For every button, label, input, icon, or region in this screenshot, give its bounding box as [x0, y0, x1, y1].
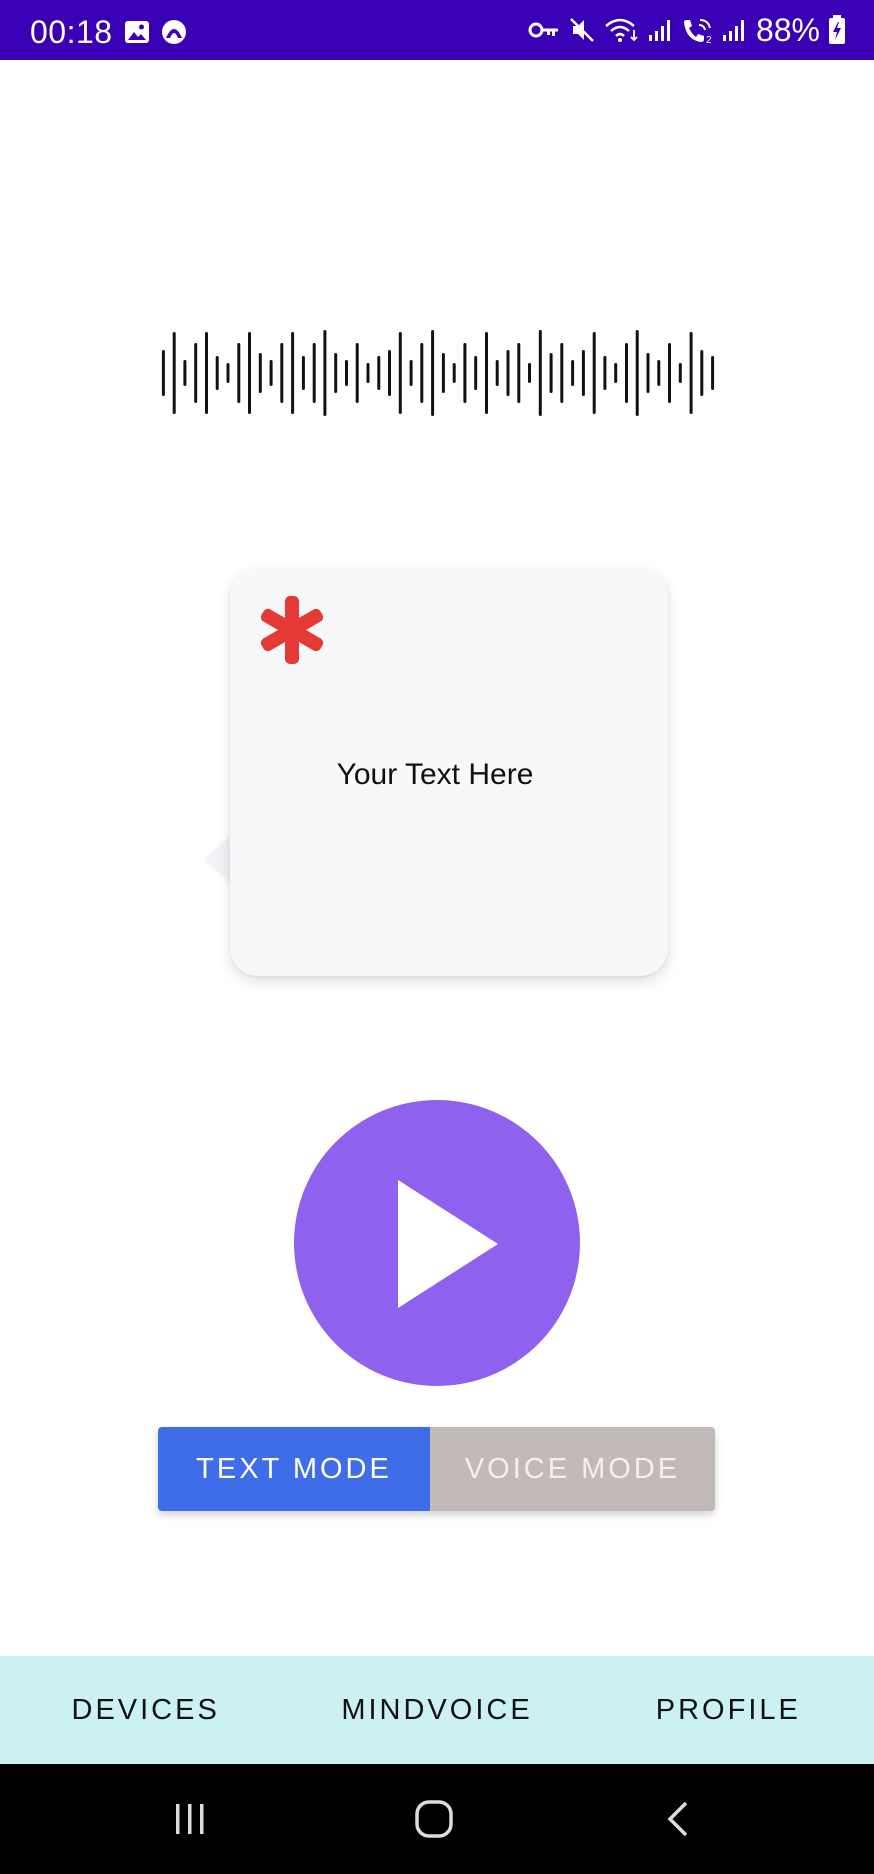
text-mode-button[interactable]: TEXT MODE [158, 1427, 430, 1511]
play-icon [398, 1180, 498, 1308]
waveform-bar [625, 343, 628, 403]
waveform-bar [571, 360, 575, 386]
waveform-bar [700, 350, 704, 396]
asterisk-icon [260, 596, 324, 664]
home-button[interactable] [374, 1764, 494, 1874]
waveform-bar [355, 343, 359, 403]
waveform-bar [635, 330, 639, 416]
waveform-bar [172, 332, 176, 414]
waveform-bar [657, 360, 661, 386]
battery-percentage: 88% [755, 12, 820, 48]
waveform-bar [226, 363, 230, 383]
back-icon [667, 1801, 688, 1837]
waveform-bar [441, 353, 445, 393]
waveform-bar [463, 343, 467, 403]
play-button[interactable] [294, 1100, 580, 1386]
status-left-icons [124, 18, 188, 46]
signal-icon [648, 20, 670, 41]
waveform-bar [603, 356, 607, 390]
signal-icon-2 [722, 20, 744, 41]
waveform-bar [205, 332, 208, 414]
waveform-bar [485, 332, 488, 414]
app-screen: 00:18 2 88% Your Text Here TEXT MODE VOI… [0, 0, 874, 1874]
nav-item-devices[interactable]: DEVICES [0, 1694, 291, 1727]
waveform-bar [549, 353, 553, 393]
waveform-bar [161, 350, 165, 396]
vpn-key-icon [528, 22, 558, 38]
home-icon [415, 1800, 453, 1838]
nav-item-profile[interactable]: PROFILE [583, 1694, 874, 1727]
back-button[interactable] [620, 1764, 740, 1874]
waveform-bar [431, 330, 435, 416]
nav-item-mindvoice[interactable]: MINDVOICE [291, 1694, 582, 1727]
waveform-bar [689, 332, 693, 414]
waveform-bar [301, 356, 305, 390]
status-bar: 00:18 2 88% [0, 0, 874, 60]
bottom-nav: DEVICES MINDVOICE PROFILE [0, 1656, 874, 1764]
waveform-bar [452, 363, 456, 383]
waveform-bar [366, 363, 370, 383]
waveform-bar [560, 343, 564, 403]
waveform-bar [506, 350, 510, 396]
battery-charging-icon [829, 15, 845, 44]
waveform-bar [420, 343, 424, 403]
waveform-bar [614, 363, 618, 383]
recent-apps-icon [176, 1804, 204, 1834]
waveform-bar [528, 363, 531, 383]
waveform-bar [538, 330, 542, 416]
waveform-bar [388, 350, 391, 396]
waveform-bar [194, 343, 198, 403]
waveform-bar [269, 360, 273, 386]
waveform-bar [474, 356, 478, 390]
waveform-bar [291, 332, 295, 414]
waveform-bar [237, 343, 241, 403]
waveform-bar [215, 356, 219, 390]
mute-icon [570, 18, 594, 42]
waveform-bar [258, 353, 262, 393]
waveform-bar [678, 363, 682, 383]
volte-icon: 2 [683, 19, 712, 44]
status-right-icons: 2 88% [528, 14, 846, 46]
system-nav-bar [0, 1764, 874, 1874]
status-time: 00:18 [30, 14, 113, 50]
waveform-bar [581, 350, 585, 396]
waveform-bar [646, 353, 650, 393]
waveform-bar [248, 332, 251, 414]
app-notification-icon [162, 20, 186, 44]
waveform-bar [345, 360, 348, 386]
audio-waveform-icon [161, 330, 715, 416]
waveform-bar [183, 360, 187, 386]
voice-mode-button[interactable]: VOICE MODE [430, 1427, 715, 1511]
wifi-calling-icon [605, 18, 638, 42]
waveform-bar [312, 343, 316, 403]
speech-text: Your Text Here [336, 758, 534, 791]
waveform-bar [711, 356, 715, 390]
waveform-bar [398, 332, 402, 414]
waveform-bar [668, 343, 671, 403]
svg-text:2: 2 [706, 35, 712, 44]
waveform-bar [323, 330, 327, 416]
speech-bubble: Your Text Here [230, 568, 668, 976]
waveform-bar [377, 356, 381, 390]
waveform-bar [517, 343, 521, 403]
waveform-bar [334, 353, 338, 393]
recent-apps-button[interactable] [130, 1764, 250, 1874]
gallery-icon [125, 21, 149, 43]
waveform-bar [592, 332, 596, 414]
mode-toggle: TEXT MODE VOICE MODE [158, 1427, 715, 1511]
waveform-bar [280, 343, 284, 403]
waveform-bar [409, 360, 413, 386]
waveform-bar [495, 360, 499, 386]
